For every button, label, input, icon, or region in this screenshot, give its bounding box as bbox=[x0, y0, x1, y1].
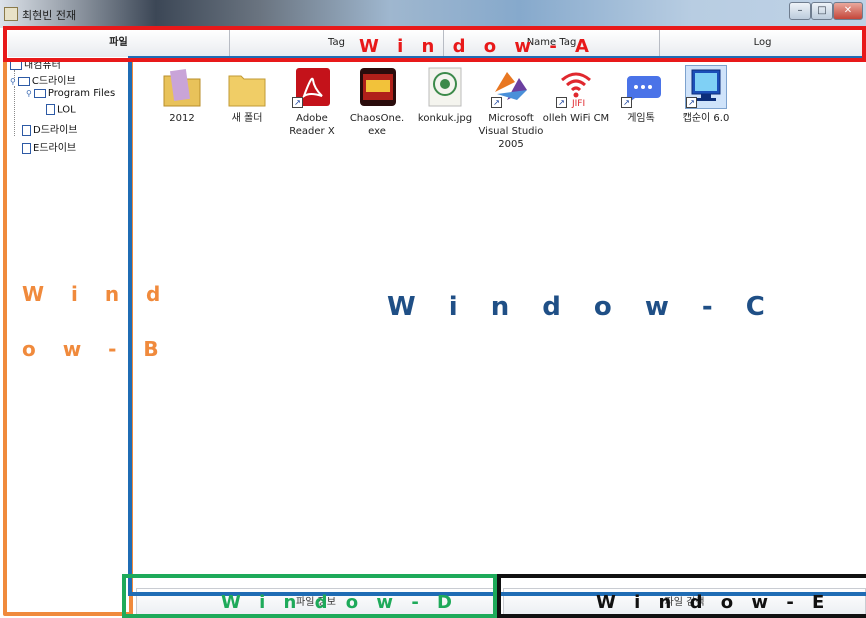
folder-icon bbox=[10, 60, 22, 70]
tree-item-e-drive[interactable]: E드라이브 bbox=[22, 139, 77, 154]
file-item[interactable]: JIFI ↗ olleh WiFi CM bbox=[542, 60, 610, 125]
file-item[interactable]: ↗ 캡순이 6.0 bbox=[672, 60, 740, 125]
adobe-reader-icon: ↗ bbox=[292, 66, 332, 108]
tree-item-label: LOL bbox=[57, 104, 76, 116]
file-item[interactable]: ChaosOne. exe bbox=[343, 60, 411, 138]
tree-item-lol[interactable]: LOL bbox=[46, 104, 76, 118]
shortcut-arrow-icon: ↗ bbox=[556, 97, 567, 108]
folder-icon bbox=[17, 76, 30, 86]
visual-studio-icon: ↗ bbox=[491, 66, 531, 108]
folder-icon bbox=[227, 66, 267, 108]
tree-item-label: Program Files bbox=[47, 88, 116, 99]
file-item[interactable]: ↗ Adobe Reader X bbox=[278, 60, 346, 138]
shortcut-arrow-icon: ↗ bbox=[491, 97, 502, 108]
title-bar: 최현빈 전재 – □ ✕ bbox=[0, 0, 866, 28]
window-b-label-line1: W i n d bbox=[22, 282, 171, 306]
tree-item-root[interactable]: 내컴퓨터 bbox=[10, 56, 61, 71]
wifi-icon: JIFI ↗ bbox=[556, 66, 596, 109]
window-b-label-line2: o w - B bbox=[22, 337, 169, 361]
tree-item-label: D드라이브 bbox=[33, 125, 78, 136]
file-item[interactable]: ↗ Microsoft Visual Studio 2005 bbox=[477, 60, 545, 151]
file-icon bbox=[46, 104, 55, 115]
shortcut-arrow-icon: ↗ bbox=[686, 97, 697, 108]
file-icon bbox=[22, 124, 31, 136]
svg-text:JIFI: JIFI bbox=[571, 99, 585, 108]
tree-item-label: 내컴퓨터 bbox=[24, 60, 61, 71]
shortcut-arrow-icon: ↗ bbox=[621, 97, 632, 108]
tab-file[interactable]: 파일 bbox=[8, 30, 230, 57]
folder-icon bbox=[33, 88, 46, 98]
tab-log[interactable]: Log bbox=[660, 30, 866, 57]
screen-capture-icon: ↗ bbox=[685, 65, 727, 109]
window-title: 최현빈 전재 bbox=[22, 9, 77, 22]
tree-item-label: C드라이브 bbox=[31, 76, 76, 87]
file-item[interactable]: konkuk.jpg bbox=[411, 60, 479, 125]
expand-toggle-icon[interactable]: ⚲ bbox=[26, 89, 32, 98]
tree-item-d-drive[interactable]: D드라이브 bbox=[22, 121, 78, 136]
window-d-label: W i n d o w - D bbox=[221, 592, 458, 613]
chaosone-exe-icon bbox=[357, 66, 397, 108]
tree-item-program-files[interactable]: ⚲ Program Files bbox=[26, 88, 115, 102]
chat-icon: ↗ bbox=[621, 66, 661, 108]
file-item[interactable]: ↗ 게임톡 bbox=[607, 60, 675, 125]
minimize-button[interactable]: – bbox=[789, 2, 811, 20]
window-e-label: W i n d o w - E bbox=[596, 592, 831, 613]
window-a-label: W i n d o w - A bbox=[359, 36, 595, 57]
app-icon bbox=[4, 7, 18, 21]
expand-toggle-icon[interactable]: ⚲ bbox=[10, 77, 16, 86]
folder-icon bbox=[162, 66, 202, 108]
window-c-label: W i n d o w - C bbox=[387, 292, 777, 322]
close-button[interactable]: ✕ bbox=[833, 2, 863, 20]
maximize-button[interactable]: □ bbox=[811, 2, 833, 20]
file-item[interactable]: 2012 bbox=[148, 60, 216, 125]
file-item[interactable]: 새 폴더 bbox=[213, 60, 281, 125]
folder-tree: 내컴퓨터 ⚲ C드라이브 ⚲ Program Files LOL D드라이브 E드라… bbox=[8, 58, 133, 612]
tree-item-label: E드라이브 bbox=[33, 143, 77, 154]
file-icon bbox=[22, 142, 31, 154]
tree-item-c-drive[interactable]: ⚲ C드라이브 bbox=[10, 72, 76, 87]
shortcut-arrow-icon: ↗ bbox=[292, 97, 303, 108]
image-file-icon bbox=[425, 66, 465, 108]
